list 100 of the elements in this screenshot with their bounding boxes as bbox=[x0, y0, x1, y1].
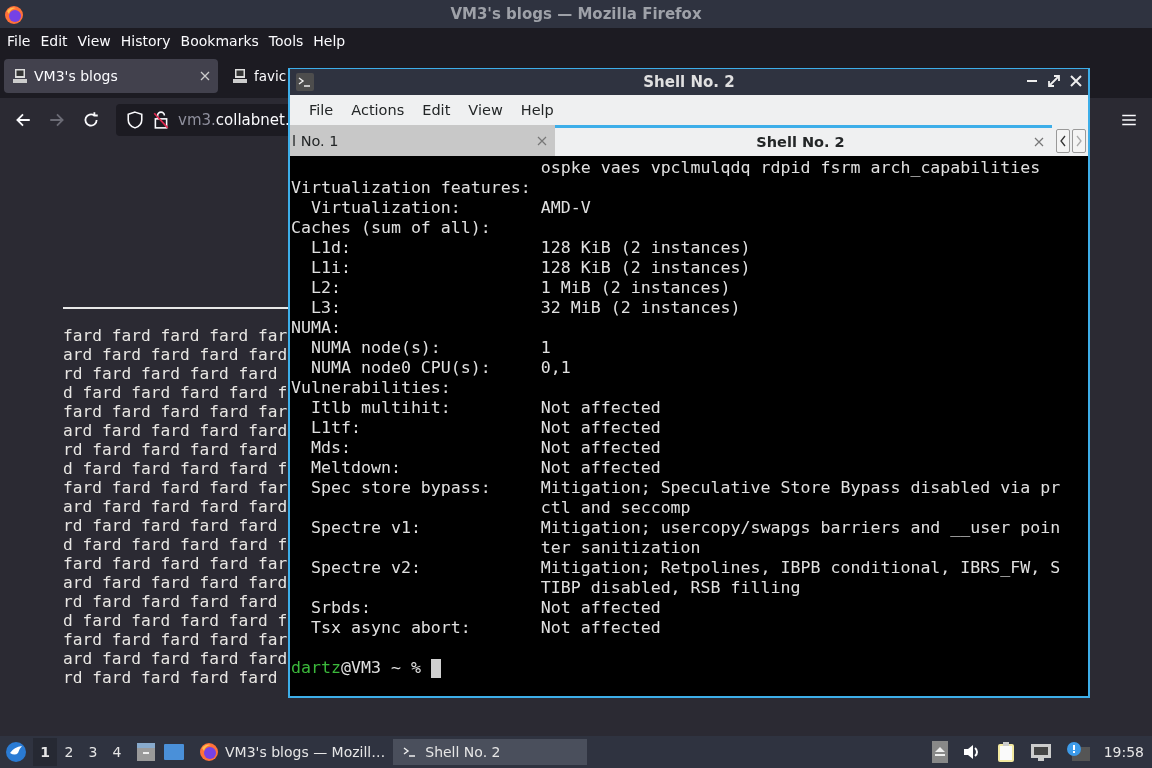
text-line: rd fard fard fard fard bbox=[63, 516, 278, 535]
text-line: fard fard fard fard far bbox=[63, 326, 288, 345]
info-value: ter sanitization bbox=[540, 538, 701, 557]
browser-tab[interactable]: favic bbox=[226, 59, 287, 93]
text-line: ard fard fard fard fard bbox=[63, 497, 288, 516]
text-line: fard fard fard fard far bbox=[63, 478, 288, 497]
info-label: L1d: bbox=[309, 238, 352, 258]
menu-item[interactable]: Help bbox=[308, 33, 351, 49]
browser-tab[interactable]: VM3's blogs bbox=[4, 59, 218, 93]
info-value: 1 bbox=[540, 338, 551, 358]
info-label: Virtualization: bbox=[309, 198, 462, 218]
text-line: fard fard fard fard far bbox=[63, 554, 288, 573]
file-cabinet-icon[interactable] bbox=[135, 741, 157, 763]
info-value: AMD-V bbox=[540, 198, 591, 218]
text-cursor bbox=[430, 658, 441, 678]
menu-item[interactable]: View bbox=[459, 102, 512, 118]
info-label: Srbds: bbox=[309, 598, 372, 618]
shell-prompt: dartz@VM3 ~ % bbox=[291, 658, 421, 678]
info-label: L1i: bbox=[309, 258, 352, 278]
info-value: ctl and seccomp bbox=[540, 498, 691, 517]
workspace-button[interactable]: 3 bbox=[81, 738, 105, 766]
menu-item[interactable]: Tools bbox=[263, 33, 309, 49]
clipboard-icon[interactable] bbox=[995, 741, 1016, 763]
computer-icon bbox=[232, 68, 248, 84]
info-label: Itlb multihit: bbox=[309, 398, 452, 418]
text-line: d fard fard fard fard f bbox=[63, 459, 288, 478]
taskbar-button[interactable]: Shell No. 2 bbox=[393, 739, 588, 765]
text-line: d fard fard fard fard f bbox=[63, 611, 288, 630]
text-line: fard fard fard fard far bbox=[63, 630, 288, 649]
info-value: Not affected bbox=[540, 418, 661, 438]
menu-item[interactable]: View bbox=[72, 33, 116, 49]
maximize-icon[interactable] bbox=[1048, 75, 1060, 87]
info-label: Spectre v1: bbox=[309, 518, 422, 538]
info-label: NUMA node0 CPU(s): bbox=[309, 358, 492, 378]
text-line: ard fard fard fard fard bbox=[63, 573, 288, 592]
menu-item[interactable]: File bbox=[300, 102, 343, 118]
menu-item[interactable]: Edit bbox=[35, 33, 73, 49]
info-value: 1 MiB (2 instances) bbox=[540, 278, 731, 298]
section-heading: Caches (sum of all): bbox=[291, 218, 491, 237]
forward-icon[interactable] bbox=[48, 111, 66, 129]
section-heading: Vulnerabilities: bbox=[291, 378, 451, 397]
shield-icon bbox=[126, 111, 144, 129]
info-label: NUMA node(s): bbox=[309, 338, 442, 358]
text-line: rd fard fard fard fard bbox=[63, 440, 278, 459]
info-label: Meltdown: bbox=[309, 458, 402, 478]
info-value: 32 MiB (2 instances) bbox=[540, 298, 741, 318]
info-value: 0,1 bbox=[540, 358, 571, 378]
info-label: Spectre v2: bbox=[309, 558, 422, 578]
text-line: ard fard fard fard fard bbox=[63, 421, 288, 440]
menu-item[interactable]: File bbox=[2, 33, 36, 49]
menu-item[interactable]: Bookmarks bbox=[175, 33, 264, 49]
window-title: Shell No. 2 bbox=[643, 73, 735, 91]
info-value: 128 KiB (2 instances) bbox=[540, 238, 751, 258]
text-line: d fard fard fard fard f bbox=[63, 383, 288, 402]
lock-icon bbox=[152, 111, 170, 129]
terminal-tab[interactable]: l No. 1 bbox=[290, 125, 555, 156]
workspace-button[interactable]: 2 bbox=[57, 738, 81, 766]
info-value: Not affected bbox=[540, 438, 661, 458]
text-line: rd fard fard fard fard bbox=[63, 364, 278, 383]
reload-icon[interactable] bbox=[82, 111, 100, 129]
workspace-button[interactable]: 4 bbox=[105, 738, 129, 766]
network-icon[interactable] bbox=[1029, 742, 1052, 762]
menu-item[interactable]: History bbox=[115, 33, 176, 49]
computer-icon bbox=[12, 68, 28, 84]
text-line: fard fard fard fard far bbox=[63, 402, 288, 421]
info-value: Not affected bbox=[540, 398, 661, 418]
text-line: ard fard fard fard fard bbox=[63, 649, 288, 668]
eject-icon[interactable] bbox=[931, 741, 948, 763]
text-line: ard fard fard fard fard bbox=[63, 345, 288, 364]
back-icon[interactable] bbox=[14, 111, 32, 129]
info-value: ospke vaes vpclmulqdq rdpid fsrm arch_capabilities bbox=[540, 158, 1041, 177]
chevron-left-icon[interactable] bbox=[1056, 128, 1070, 153]
window-icon[interactable] bbox=[163, 741, 185, 763]
info-label: Spec store bypass: bbox=[309, 478, 492, 498]
workspace-button[interactable]: 1 bbox=[33, 738, 57, 766]
taskbar-button[interactable]: VM3's blogs — Mozill… bbox=[191, 739, 394, 765]
text-line: rd fard fard fard fard bbox=[63, 668, 278, 687]
info-label: L2: bbox=[309, 278, 342, 298]
window-title: VM3's blogs — Mozilla Firefox bbox=[450, 5, 702, 23]
info-label: Tsx async abort: bbox=[309, 618, 472, 638]
info-label: Mds: bbox=[309, 438, 352, 458]
info-label: L1tf: bbox=[309, 418, 362, 438]
text-line: rd fard fard fard fard bbox=[63, 592, 278, 611]
close-icon[interactable] bbox=[200, 71, 210, 81]
menu-item[interactable]: Help bbox=[511, 102, 563, 118]
notification-icon[interactable] bbox=[1065, 741, 1090, 763]
start-menu-icon[interactable] bbox=[5, 741, 27, 763]
info-value: Not affected bbox=[540, 618, 661, 638]
url-text[interactable]: vm3.collabnet. bbox=[178, 111, 290, 129]
info-value: TIBP disabled, RSB filling bbox=[540, 578, 801, 597]
info-label: L3: bbox=[309, 298, 342, 318]
info-value: Mitigation; Retpolines, IBPB conditional, IBRS_FW, S bbox=[540, 558, 1061, 578]
firefox-icon bbox=[4, 5, 24, 25]
firefox-icon bbox=[199, 742, 219, 762]
clock: 19:58 bbox=[1103, 744, 1144, 760]
menu-item[interactable]: Actions bbox=[342, 102, 414, 118]
info-value: 128 KiB (2 instances) bbox=[540, 258, 751, 278]
menu-item[interactable]: Edit bbox=[413, 102, 460, 118]
info-value: Mitigation; Speculative Store Bypass disabled via pr bbox=[540, 478, 1061, 498]
terminal-icon bbox=[296, 73, 314, 91]
